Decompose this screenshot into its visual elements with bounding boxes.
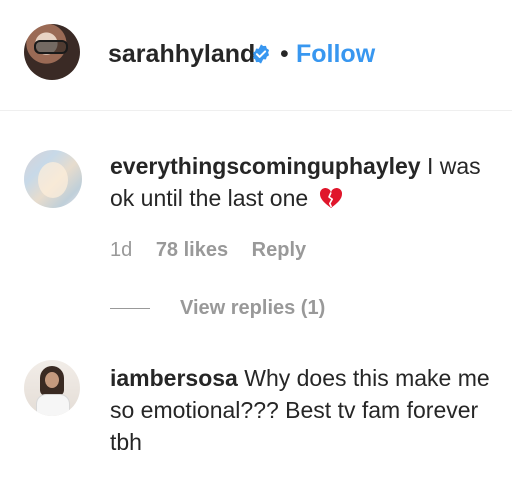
commenter-username[interactable]: everythingscominguphayley [110,153,421,179]
follow-button[interactable]: Follow [296,38,375,70]
view-replies-button[interactable]: View replies (1) [180,294,325,322]
comment-body: everythingscominguphayley I was ok until… [110,150,500,214]
avatar-face [38,162,68,198]
broken-heart-icon [319,187,342,208]
comment-likes[interactable]: 78 likes [156,239,228,261]
verified-badge-icon [252,44,270,64]
avatar-face [45,372,59,388]
separator-dot: • [280,40,289,68]
reply-button[interactable]: Reply [252,239,306,261]
comment-body: iambersosa Why does this make me so emot… [110,362,500,458]
commenter-avatar[interactable] [24,360,80,416]
replies-divider-line [110,308,150,309]
author-username[interactable]: sarahhyland [108,38,255,70]
avatar-body [36,394,70,416]
comment-time: 1d [110,239,133,261]
author-avatar[interactable] [24,24,80,80]
comment-meta: 1d 78 likes Reply [110,236,324,264]
commenter-avatar[interactable] [24,150,82,208]
post-header: sarahhyland • Follow [0,0,512,111]
commenter-username[interactable]: iambersosa [110,365,238,391]
avatar-sunglasses [34,40,68,54]
